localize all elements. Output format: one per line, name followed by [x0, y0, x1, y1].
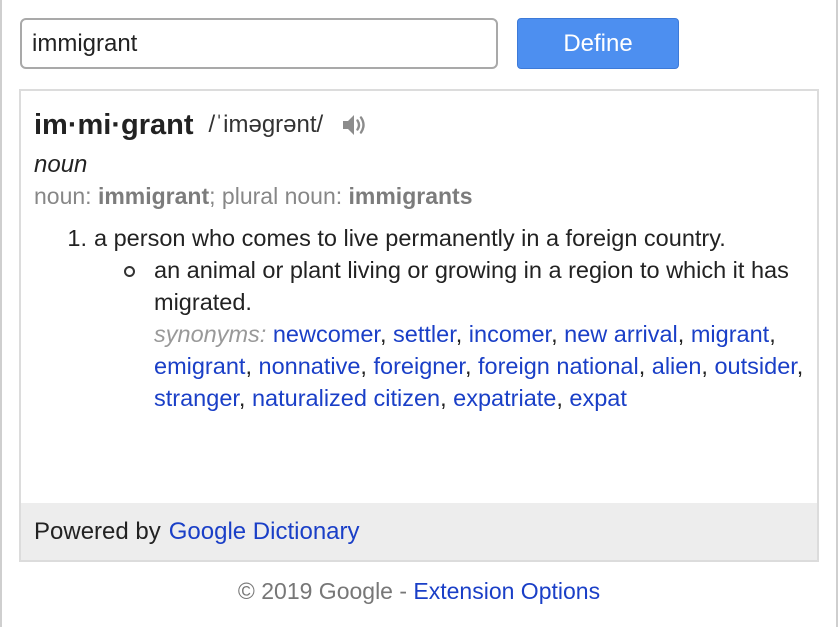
phonetic: /ˈiməɡrənt/	[208, 111, 324, 138]
forms-separator: ;	[209, 183, 222, 209]
word-forms: noun: immigrant; plural noun: immigrants	[34, 183, 804, 210]
synonym-link[interactable]: naturalized citizen	[252, 385, 440, 411]
synonym-link[interactable]: expat	[569, 385, 627, 411]
synonym-link[interactable]: alien	[652, 353, 702, 379]
synonym-link[interactable]: outsider	[714, 353, 796, 379]
part-of-speech: noun	[34, 151, 88, 178]
synonym-separator: ,	[769, 321, 776, 347]
headword: im·mi·grant	[34, 108, 194, 141]
synonym-separator: ,	[455, 321, 469, 347]
synonym-link[interactable]: foreigner	[373, 353, 464, 379]
synonym-separator: ,	[440, 385, 454, 411]
powered-by-label: Powered by	[34, 517, 161, 545]
synonym-separator: ,	[638, 353, 652, 379]
forms-label-1: noun:	[34, 183, 98, 209]
synonym-separator: ,	[245, 353, 259, 379]
synonym-link[interactable]: expatriate	[453, 385, 556, 411]
synonym-link[interactable]: settler	[393, 321, 456, 347]
extension-options-link[interactable]: Extension Options	[413, 578, 600, 604]
definition-number: 1.	[67, 225, 87, 251]
definition-item: 1. a person who comes to live permanentl…	[34, 222, 804, 254]
definition-text: a person who comes to live permanently i…	[94, 225, 726, 251]
forms-word-1: immigrant	[97, 183, 210, 209]
synonym-link[interactable]: emigrant	[154, 353, 245, 379]
synonym-link[interactable]: foreign national	[478, 353, 639, 379]
synonym-separator: ,	[796, 353, 804, 379]
subsense-text: an animal or plant living or growing in …	[154, 257, 789, 315]
bullet-icon	[122, 254, 154, 414]
define-button[interactable]: Define	[517, 18, 679, 69]
subsense: an animal or plant living or growing in …	[122, 254, 804, 414]
synonym-link[interactable]: nonnative	[259, 353, 361, 379]
window-edge-left	[0, 0, 2, 627]
synonym-separator: ,	[238, 385, 252, 411]
synonym-separator: ,	[360, 353, 374, 379]
definition-card: im·mi·grant /ˈiməɡrənt/ noun noun: immig…	[19, 89, 819, 562]
page-footer: © 2019 Google - Extension Options	[0, 578, 838, 605]
synonym-separator: ,	[556, 385, 570, 411]
synonym-separator: ,	[379, 321, 394, 347]
synonym-separator: ,	[701, 353, 715, 379]
dictionary-entry: im·mi·grant /ˈiməɡrənt/ noun noun: immig…	[21, 91, 817, 414]
synonym-link[interactable]: newcomer	[273, 321, 380, 347]
google-dictionary-link[interactable]: Google Dictionary	[169, 518, 360, 546]
search-input[interactable]	[20, 18, 498, 69]
synonym-link[interactable]: stranger	[154, 385, 239, 411]
synonym-link[interactable]: new arrival	[564, 321, 678, 347]
synonyms: synonyms: newcomer, settler, incomer, ne…	[154, 318, 804, 414]
synonym-separator: ,	[551, 321, 565, 347]
headword-line: im·mi·grant /ˈiməɡrənt/	[34, 105, 804, 145]
search-bar: Define	[20, 18, 680, 70]
synonym-link[interactable]: migrant	[691, 321, 769, 347]
synonym-separator: ,	[677, 321, 691, 347]
subsense-body: an animal or plant living or growing in …	[154, 254, 804, 414]
synonyms-label: synonyms:	[154, 321, 267, 347]
forms-label-2: plural noun:	[221, 183, 349, 209]
definition-list: 1. a person who comes to live permanentl…	[34, 222, 804, 414]
forms-word-2: immigrants	[348, 183, 473, 209]
synonym-link[interactable]: incomer	[469, 321, 551, 347]
copyright-text: © 2019 Google -	[237, 578, 414, 604]
speaker-icon[interactable]	[339, 110, 369, 140]
card-footer: Powered by Google Dictionary	[21, 503, 817, 560]
synonym-separator: ,	[464, 353, 478, 379]
